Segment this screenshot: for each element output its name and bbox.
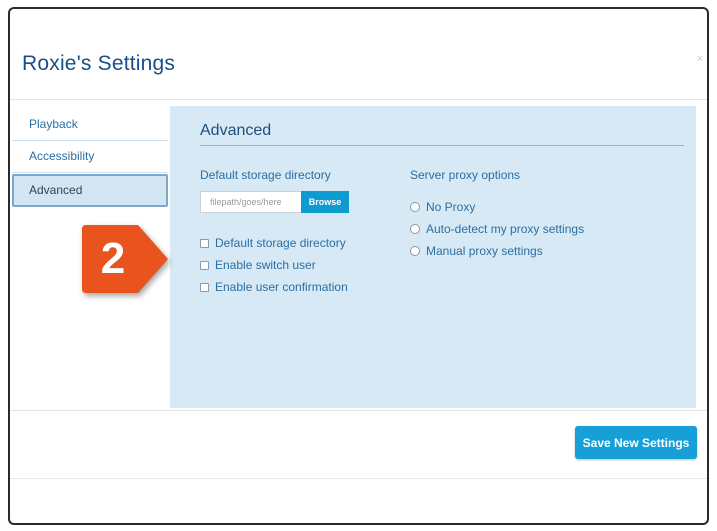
checkbox-label: Enable switch user [215, 258, 316, 272]
checkbox-enable-switch-user[interactable]: Enable switch user [200, 258, 316, 272]
panel-divider [200, 145, 684, 146]
radio-auto-detect-proxy[interactable]: Auto-detect my proxy settings [410, 222, 584, 236]
radio-label: Auto-detect my proxy settings [426, 222, 585, 236]
checkbox-label: Default storage directory [215, 236, 346, 250]
radio-no-proxy[interactable]: No Proxy [410, 200, 475, 214]
step-number: 2 [100, 234, 126, 283]
checkbox-default-storage[interactable]: Default storage directory [200, 236, 346, 250]
sidebar-item-accessibility[interactable]: Accessibility [12, 141, 168, 173]
radio-button[interactable] [410, 202, 420, 212]
radio-button[interactable] [410, 246, 420, 256]
checkbox-enable-user-confirmation[interactable]: Enable user confirmation [200, 280, 348, 294]
sidebar-item-advanced[interactable]: Advanced [12, 174, 168, 207]
radio-button[interactable] [410, 224, 420, 234]
save-settings-button[interactable]: Save New Settings [575, 426, 697, 459]
close-icon[interactable]: × [697, 53, 703, 65]
checkbox[interactable] [200, 238, 209, 248]
bottom-divider [10, 478, 707, 479]
radio-manual-proxy[interactable]: Manual proxy settings [410, 244, 543, 258]
browse-button[interactable]: Browse [301, 191, 349, 213]
dialog-title: Roxie's Settings [22, 52, 176, 75]
advanced-panel: Advanced Default storage directory Brows… [170, 106, 696, 408]
proxy-options-label: Server proxy options [410, 168, 521, 182]
storage-directory-label: Default storage directory [200, 168, 331, 182]
radio-label: No Proxy [426, 200, 476, 214]
header-divider [10, 99, 707, 100]
checkbox[interactable] [200, 260, 209, 270]
settings-sidebar: Playback Accessibility Advanced [12, 109, 168, 207]
panel-title: Advanced [200, 122, 272, 139]
radio-label: Manual proxy settings [426, 244, 543, 258]
checkbox-label: Enable user confirmation [215, 280, 348, 294]
sidebar-item-playback[interactable]: Playback [12, 109, 168, 141]
storage-path-input[interactable] [200, 191, 301, 213]
footer-divider [10, 410, 707, 411]
checkbox[interactable] [200, 282, 209, 292]
